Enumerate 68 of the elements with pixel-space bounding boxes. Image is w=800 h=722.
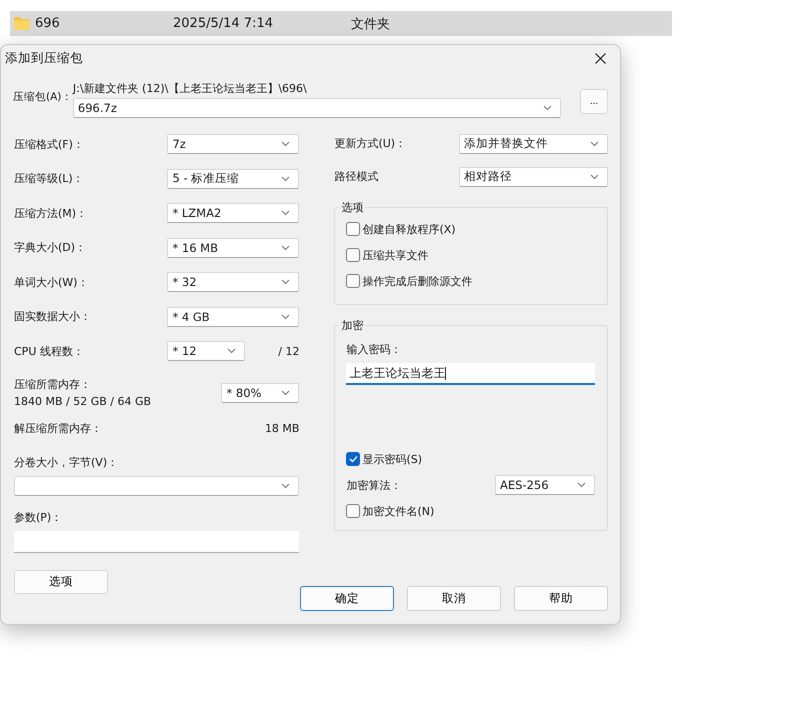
file-date: 2025/5/14 7:14 (173, 16, 274, 31)
memory-usage: 1840 MB / 52 GB / 64 GB (14, 395, 152, 408)
field-label: 路径模式 (334, 169, 378, 184)
dropdown[interactable]: * 12 (167, 341, 246, 362)
file-row[interactable]: 696 2025/5/14 7:14 文件夹 (10, 11, 672, 36)
check-icon (348, 455, 358, 463)
memory-value: 18 MB (264, 422, 300, 435)
close-icon (595, 52, 606, 64)
folder-icon (14, 17, 30, 30)
field-label: 分卷大小，字节(V)： (14, 454, 120, 470)
options-button[interactable]: 选项 (14, 570, 108, 594)
dialog-button[interactable]: 确定 (300, 586, 394, 611)
field-label: 输入密码： (346, 342, 402, 357)
dropdown[interactable]: 相对路径 (459, 166, 608, 186)
field-label: 压缩等级(L)： (14, 171, 84, 186)
dropdown[interactable]: 696.7z (72, 98, 562, 118)
chevron-icon (281, 482, 290, 488)
field-label: 解压缩所需内存： (14, 421, 102, 436)
checkbox[interactable]: 创建自释放程序(X) (346, 220, 595, 238)
dropdown[interactable]: * LZMA2 (167, 203, 300, 224)
field-label: CPU 线程数： (14, 344, 84, 359)
chevron-icon (590, 140, 599, 146)
field-label: 更新方式(U)： (334, 136, 406, 151)
chevron-icon (281, 210, 290, 216)
window-title: 添加到压缩包 (5, 50, 83, 66)
chevron-icon (281, 314, 290, 320)
field-label: 固实数据大小： (14, 309, 91, 324)
group-title: 加密 (339, 318, 366, 333)
file-name: 696 (35, 16, 61, 31)
chevron-icon (577, 482, 586, 488)
chevron-icon (281, 390, 290, 396)
browse-button[interactable]: ... (580, 89, 608, 114)
field-label: 字典大小(D)： (14, 240, 86, 256)
chevron-icon (227, 348, 236, 354)
field-label: 参数(P)： (14, 510, 64, 524)
chevron-icon (590, 174, 599, 180)
checkbox[interactable]: 操作完成后删除源文件 (346, 272, 595, 290)
password-field[interactable]: 上老王论坛当老王 (346, 363, 595, 385)
dropdown[interactable]: 添加并替换文件 (459, 134, 608, 154)
field-label: 压缩方法(M)： (14, 206, 88, 221)
checkbox[interactable]: 压缩共享文件 (346, 246, 595, 264)
checkbox[interactable]: 显示密码(S) (346, 450, 595, 468)
chevron-icon (281, 279, 290, 286)
field-label: 单词大小(W)： (14, 274, 88, 290)
chevron-icon (281, 141, 290, 148)
chevron-icon (281, 176, 290, 182)
chevron-icon (543, 105, 552, 111)
dropdown[interactable]: * 4 GB (167, 306, 300, 327)
thread-total: / 12 (277, 344, 300, 358)
dropdown[interactable] (14, 476, 300, 496)
checkbox[interactable]: 加密文件名(N) (346, 502, 595, 520)
dropdown[interactable]: 7z (167, 134, 300, 154)
field-label: 压缩格式(F)： (14, 136, 84, 152)
dropdown[interactable]: * 80% (221, 382, 300, 402)
dropdown[interactable]: AES-256 (495, 475, 595, 495)
dialog-button[interactable]: 取消 (407, 586, 501, 611)
chevron-icon (281, 244, 290, 251)
field-label: 压缩包(A)： (13, 91, 72, 105)
archive-path: J:\新建文件夹 (12)\【上老王论坛当老王】\696\ (72, 81, 308, 96)
dialog-button[interactable]: 帮助 (514, 586, 608, 611)
dropdown[interactable]: * 16 MB (167, 238, 300, 258)
file-type: 文件夹 (351, 16, 390, 32)
field-label: 加密算法： (346, 478, 402, 492)
field-label: 压缩所需内存： (14, 377, 92, 392)
dropdown[interactable]: 5 - 标准压缩 (167, 168, 300, 189)
dropdown[interactable]: * 32 (167, 272, 300, 292)
group-title: 选项 (339, 200, 366, 215)
input-field[interactable] (14, 530, 300, 552)
